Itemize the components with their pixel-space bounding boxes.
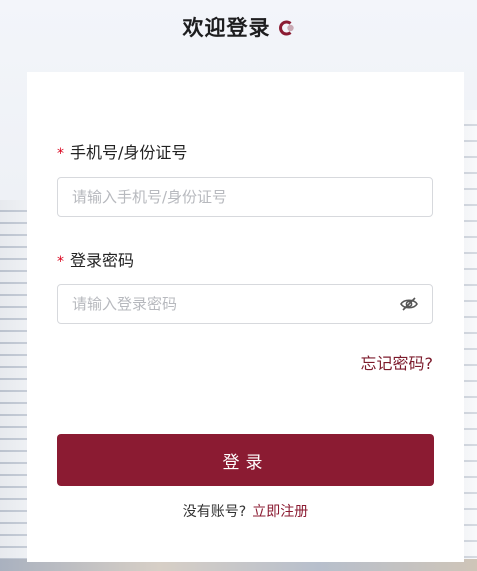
phone-label: * 手机号/身份证号 bbox=[57, 142, 187, 164]
phone-input[interactable] bbox=[57, 177, 433, 217]
forgot-password-link[interactable]: 忘记密码? bbox=[361, 353, 434, 375]
page-title: 欢迎登录 bbox=[182, 16, 271, 40]
no-account-text: 没有账号? bbox=[182, 504, 247, 520]
register-link[interactable]: 立即注册 bbox=[252, 504, 308, 520]
login-card: * 手机号/身份证号 * 登录密码 忘记密码? 登录 没有账号? 立即注册 bbox=[27, 72, 464, 562]
logo-icon bbox=[278, 20, 294, 36]
login-button[interactable]: 登录 bbox=[57, 434, 434, 486]
required-mark: * bbox=[57, 254, 64, 270]
password-label: * 登录密码 bbox=[57, 250, 134, 272]
register-row: 没有账号? 立即注册 bbox=[27, 502, 464, 522]
phone-label-text: 手机号/身份证号 bbox=[70, 143, 188, 162]
password-input[interactable] bbox=[57, 284, 433, 324]
required-mark: * bbox=[57, 146, 64, 162]
eye-off-icon[interactable] bbox=[399, 294, 419, 314]
header: 欢迎登录 bbox=[0, 10, 477, 46]
password-label-text: 登录密码 bbox=[70, 251, 135, 270]
